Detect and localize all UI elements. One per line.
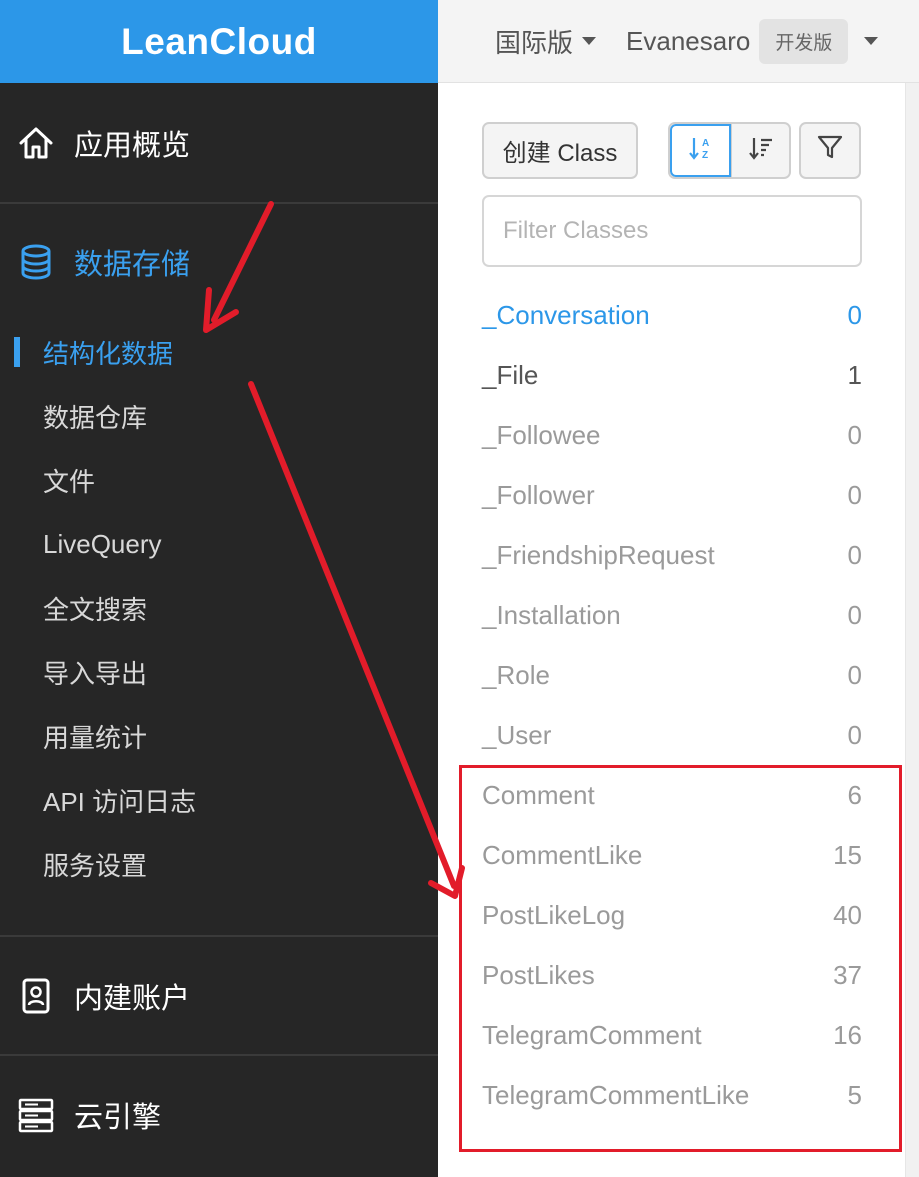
class-name: PostLikes <box>482 959 595 990</box>
class-name: PostLikeLog <box>482 899 626 930</box>
chevron-down-icon <box>582 37 597 45</box>
class-count: 0 <box>847 539 862 570</box>
class-count: 37 <box>833 959 862 990</box>
sidebar-item-data-warehouse[interactable]: 数据仓库 <box>0 384 438 448</box>
server-icon <box>16 1095 56 1135</box>
class-row[interactable]: TelegramCommentLike 5 <box>482 1065 862 1125</box>
class-name: _Role <box>482 659 550 690</box>
region-label: 国际版 <box>495 27 574 58</box>
nav-accounts-label: 内建账户 <box>74 982 191 1015</box>
home-icon <box>16 123 56 163</box>
create-class-button[interactable]: 创建 Class <box>482 122 638 179</box>
class-name: TelegramCommentLike <box>482 1079 750 1110</box>
class-name: CommentLike <box>482 839 643 870</box>
id-card-icon <box>16 976 56 1016</box>
class-row[interactable]: CommentLike 15 <box>482 825 862 885</box>
svg-text:A: A <box>702 138 709 149</box>
class-count: 0 <box>847 419 862 450</box>
svg-text:Z: Z <box>702 150 708 161</box>
class-row[interactable]: _Follower 0 <box>482 465 862 525</box>
class-row[interactable]: Comment 6 <box>482 765 862 825</box>
class-row[interactable]: TelegramComment 16 <box>482 1005 862 1065</box>
class-count: 0 <box>847 599 862 630</box>
class-name: _User <box>482 719 552 750</box>
class-panel: 创建 Class AZ _Conversation 0 _File 1 _Followe… <box>438 83 919 1177</box>
class-name: TelegramComment <box>482 1019 702 1050</box>
class-row[interactable]: _FriendshipRequest 0 <box>482 525 862 585</box>
sidebar: LeanCloud 应用概览 数据存储 结构化数据 数据仓库 文件 LiveQu… <box>0 0 438 1177</box>
database-icon <box>16 242 56 282</box>
sidebar-item-livequery[interactable]: LiveQuery <box>0 512 438 576</box>
sidebar-item-files[interactable]: 文件 <box>0 448 438 512</box>
class-count: 5 <box>847 1079 862 1110</box>
storage-submenu: 结构化数据 数据仓库 文件 LiveQuery 全文搜索 导入导出 用量统计 A… <box>0 320 438 896</box>
class-row[interactable]: _File 1 <box>482 345 862 405</box>
class-count: 0 <box>847 479 862 510</box>
class-name: _Installation <box>482 599 621 630</box>
nav-storage-label: 数据存储 <box>74 249 191 281</box>
plan-badge: 开发版 <box>759 18 849 64</box>
class-row[interactable]: _Role 0 <box>482 645 862 705</box>
sidebar-item-usage-stats[interactable]: 用量统计 <box>0 704 438 768</box>
class-count: 6 <box>847 779 862 810</box>
class-name: _File <box>482 359 539 390</box>
chevron-down-icon <box>864 37 879 45</box>
nav-cloud-engine-label: 云引擎 <box>74 1101 162 1134</box>
class-count: 1 <box>847 359 862 390</box>
class-row[interactable]: _Conversation 0 <box>482 285 862 345</box>
filter-classes-input[interactable] <box>482 195 862 267</box>
region-dropdown[interactable]: 国际版 <box>495 23 597 60</box>
class-row[interactable]: PostLikeLog 40 <box>482 885 862 945</box>
nav-overview-label: 应用概览 <box>74 129 191 162</box>
sidebar-item-service-settings[interactable]: 服务设置 <box>0 832 438 896</box>
nav-overview[interactable]: 应用概览 <box>0 83 438 204</box>
class-row[interactable]: PostLikes 37 <box>482 945 862 1005</box>
class-row[interactable]: _Installation 0 <box>482 585 862 645</box>
class-name: Comment <box>482 779 595 810</box>
class-row[interactable]: _Followee 0 <box>482 405 862 465</box>
sort-alpha-icon: AZ <box>687 134 715 167</box>
filter-button[interactable] <box>799 122 861 179</box>
panel-scroll-edge <box>905 83 919 1177</box>
sort-toggle-group: AZ <box>668 122 791 179</box>
username: Evanesaro <box>626 25 751 56</box>
sidebar-item-structured-data[interactable]: 结构化数据 <box>0 320 438 384</box>
nav-storage[interactable]: 数据存储 <box>0 204 438 320</box>
class-name: _FriendshipRequest <box>482 539 715 570</box>
brand-logo[interactable]: LeanCloud <box>0 0 438 83</box>
sidebar-item-import-export[interactable]: 导入导出 <box>0 640 438 704</box>
filter-icon <box>816 133 844 168</box>
class-count: 0 <box>847 299 862 330</box>
topbar: 国际版 Evanesaro 开发版 <box>438 0 919 83</box>
class-row[interactable]: _User 0 <box>482 705 862 765</box>
class-count: 16 <box>833 1019 862 1050</box>
sort-count-button[interactable] <box>731 124 789 177</box>
class-name: _Follower <box>482 479 595 510</box>
nav-cloud-engine[interactable]: 云引擎 <box>0 1056 438 1173</box>
sidebar-item-api-logs[interactable]: API 访问日志 <box>0 768 438 832</box>
sort-alpha-button[interactable]: AZ <box>670 124 731 177</box>
class-list: _Conversation 0 _File 1 _Followee 0 _Follower 0… <box>482 285 862 1125</box>
class-count: 15 <box>833 839 862 870</box>
class-name: _Conversation <box>482 299 650 330</box>
sidebar-item-fulltext-search[interactable]: 全文搜索 <box>0 576 438 640</box>
class-count: 0 <box>847 719 862 750</box>
nav-accounts[interactable]: 内建账户 <box>0 937 438 1054</box>
user-menu[interactable]: Evanesaro 开发版 <box>626 18 879 64</box>
class-name: _Followee <box>482 419 601 450</box>
class-count: 40 <box>833 899 862 930</box>
sort-count-icon <box>747 134 775 167</box>
class-count: 0 <box>847 659 862 690</box>
